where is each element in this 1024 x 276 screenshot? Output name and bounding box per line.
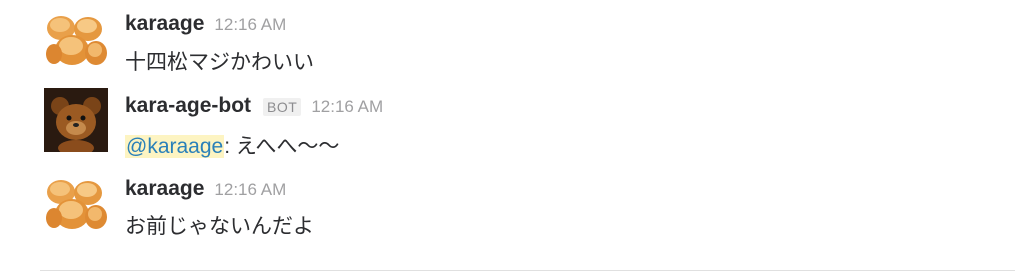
username[interactable]: kara-age-bot xyxy=(125,94,251,118)
message-text-content: : えへへ〜〜 xyxy=(224,135,340,158)
timestamp[interactable]: 12:16 AM xyxy=(214,180,286,200)
message-text: @karaage: えへへ〜〜 xyxy=(125,130,339,160)
bot-badge: BOT xyxy=(263,98,302,116)
karaage-icon[interactable] xyxy=(44,174,108,238)
username[interactable]: karaage xyxy=(125,12,204,36)
timestamp[interactable]: 12:16 AM xyxy=(311,97,383,117)
timestamp[interactable]: 12:16 AM xyxy=(214,15,286,35)
message-item: karaage 12:16 AM お前じゃないんだよ xyxy=(0,174,1024,264)
teddy-bear-icon[interactable] xyxy=(44,88,108,156)
message-item: kara-age-bot BOT 12:16 AM @karaage: えへへ〜… xyxy=(0,86,1024,174)
divider xyxy=(40,270,1015,271)
karaage-icon[interactable] xyxy=(44,10,108,74)
username[interactable]: karaage xyxy=(125,177,204,201)
message-text: 十四松マジかわいい xyxy=(125,51,314,74)
message-text: お前じゃないんだよ xyxy=(125,215,314,238)
message-item: karaage 12:16 AM 十四松マジかわいい xyxy=(0,0,1024,86)
user-mention[interactable]: @karaage xyxy=(125,135,225,158)
